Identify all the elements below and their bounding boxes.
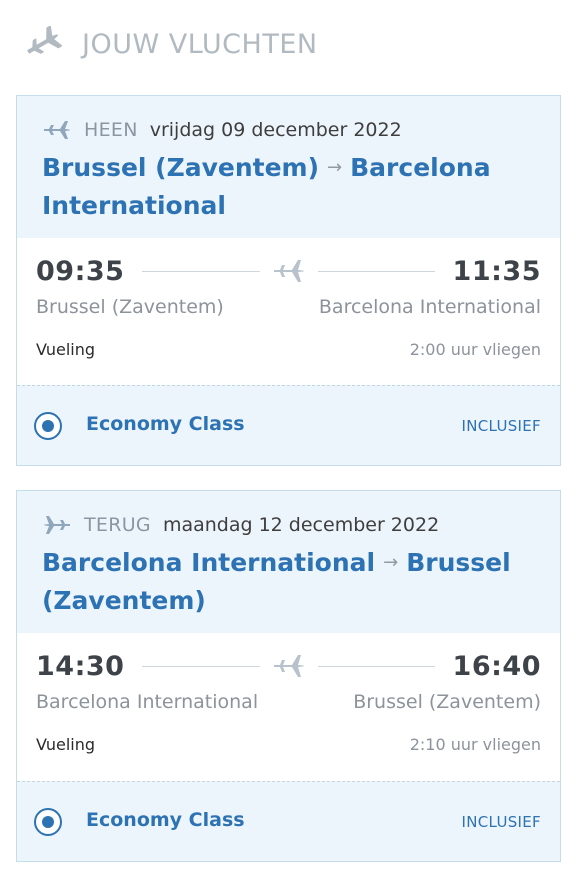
route-origin: Barcelona International: [42, 548, 376, 577]
direction-label: HEEN: [84, 119, 138, 141]
flight-airports: Brussel (Zaventem) Barcelona Internation…: [17, 296, 560, 318]
arrival-time: 11:35: [452, 255, 541, 287]
flight-duration: 2:10 uur vliegen: [409, 735, 541, 754]
arrow-right-icon: →: [327, 157, 343, 178]
arrival-time: 16:40: [452, 650, 541, 682]
fare-class-price: INCLUSIEF: [461, 416, 541, 435]
fare-class-option[interactable]: Economy Class INCLUSIEF: [17, 781, 560, 861]
departure-airport: Barcelona International: [36, 691, 259, 713]
flight-date: vrijdag 09 december 2022: [149, 119, 402, 141]
radio-selected-dot: [42, 419, 54, 432]
arrival-airport: Barcelona International: [318, 296, 541, 318]
flight-card-header: TERUG maandag 12 december 2022 Barcelona…: [17, 491, 560, 633]
return-plane-icon: [44, 516, 70, 534]
flight-card-outbound: HEEN vrijdag 09 december 2022 Brussel (Z…: [16, 95, 561, 466]
fare-class-name: Economy Class: [86, 412, 245, 435]
carrier-name: Vueling: [36, 735, 96, 754]
flight-meta: Vueling 2:10 uur vliegen: [17, 735, 560, 754]
flight-date: maandag 12 december 2022: [162, 514, 440, 536]
flight-times: 09:35 11:35: [17, 254, 560, 288]
fare-class-radio[interactable]: [34, 807, 62, 836]
route-title: Brussel (Zaventem) → Barcelona Internation…: [42, 150, 536, 223]
page-title: JOUW VLUCHTEN: [82, 28, 318, 60]
section-header: JOUW VLUCHTEN: [22, 24, 318, 64]
divider: [317, 270, 435, 272]
direction-label: TERUG: [84, 514, 151, 536]
airplane-icon: [27, 26, 62, 54]
departure-time: 14:30: [36, 650, 125, 682]
flight-card-return: TERUG maandag 12 december 2022 Barcelona…: [16, 490, 561, 862]
carrier-name: Vueling: [36, 340, 96, 359]
flight-card-header: HEEN vrijdag 09 december 2022 Brussel (Z…: [17, 96, 560, 238]
divider: [142, 270, 260, 272]
radio-selected-dot: [42, 815, 54, 828]
divider: [142, 665, 260, 667]
flight-meta: Vueling 2:00 uur vliegen: [17, 340, 560, 359]
fare-class-radio[interactable]: [34, 411, 62, 440]
flight-airports: Barcelona International Brussel (Zavente…: [17, 691, 560, 713]
route-origin: Brussel (Zaventem): [42, 153, 320, 182]
fare-class-price: INCLUSIEF: [461, 812, 541, 831]
departure-plane-icon: [44, 121, 70, 139]
flight-path: [142, 651, 435, 681]
flight-times: 14:30 16:40: [17, 649, 560, 683]
departure-airport: Brussel (Zaventem): [36, 296, 224, 318]
departure-time: 09:35: [36, 255, 125, 287]
arrival-airport: Brussel (Zaventem): [353, 691, 541, 713]
arrow-right-icon: →: [383, 552, 399, 573]
airplane-icon: [273, 655, 304, 677]
flight-path: [142, 256, 435, 286]
fare-class-name: Economy Class: [86, 808, 245, 831]
fare-class-option[interactable]: Economy Class INCLUSIEF: [17, 385, 560, 465]
route-title: Barcelona International → Brussel (Zavente…: [42, 545, 536, 618]
airplane-icon: [273, 260, 304, 282]
flight-duration: 2:00 uur vliegen: [409, 340, 541, 359]
divider: [317, 665, 435, 667]
